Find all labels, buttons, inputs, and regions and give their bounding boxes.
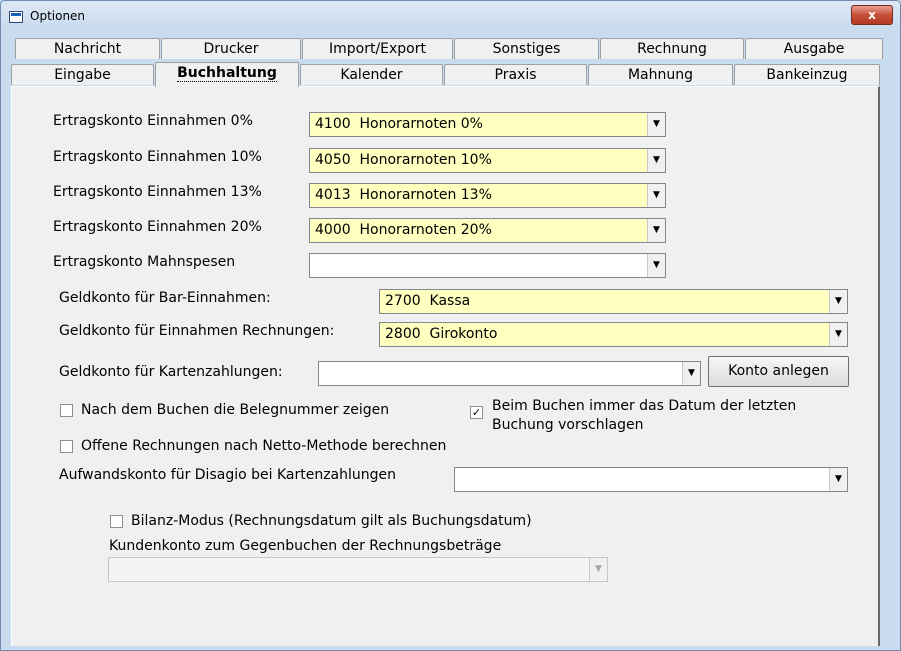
- window-title: Optionen: [30, 9, 86, 23]
- tab-drucker[interactable]: Drucker: [161, 38, 301, 59]
- ertrag0-combo[interactable]: 4100 Honorarnoten 0% ▼: [309, 112, 666, 137]
- title-bar[interactable]: Optionen x: [1, 1, 900, 31]
- tab-mahnung[interactable]: Mahnung: [588, 64, 733, 85]
- chevron-down-icon[interactable]: ▼: [589, 558, 607, 581]
- tab-buchhaltung[interactable]: Buchhaltung: [155, 62, 299, 87]
- ertrag0-value: 4100 Honorarnoten 0%: [315, 116, 483, 132]
- chevron-down-icon[interactable]: ▼: [647, 254, 665, 277]
- mahnspesen-combo[interactable]: ▼: [309, 253, 666, 278]
- options-window: Optionen x Nachricht Drucker Import/Expo…: [0, 0, 901, 651]
- check-icon: ✓: [471, 406, 482, 419]
- disagio-label: Aufwandskonto für Disagio bei Kartenzahl…: [59, 467, 397, 483]
- tab-import-export[interactable]: Import/Export: [302, 38, 453, 59]
- netto-checkbox[interactable]: [60, 440, 73, 453]
- tab-praxis[interactable]: Praxis: [444, 64, 587, 85]
- rechnungen-value: 2800 Girokonto: [385, 326, 498, 342]
- ertrag10-label: Ertragskonto Einnahmen 10%: [53, 149, 262, 165]
- tab-rechnung[interactable]: Rechnung: [600, 38, 744, 59]
- close-icon: x: [868, 8, 876, 22]
- mahnspesen-label: Ertragskonto Mahnspesen: [53, 254, 236, 270]
- app-icon: [9, 11, 23, 23]
- tab-bankeinzug[interactable]: Bankeinzug: [734, 64, 880, 85]
- karten-combo[interactable]: ▼: [318, 361, 701, 386]
- chevron-down-icon[interactable]: ▼: [682, 362, 700, 385]
- ertrag10-value: 4050 Honorarnoten 10%: [315, 152, 492, 168]
- ertrag13-value: 4013 Honorarnoten 13%: [315, 187, 492, 203]
- close-button[interactable]: x: [851, 5, 893, 25]
- ertrag20-value: 4000 Honorarnoten 20%: [315, 222, 492, 238]
- tab-sonstiges[interactable]: Sonstiges: [454, 38, 599, 59]
- kundenkonto-label: Kundenkonto zum Gegenbuchen der Rechnung…: [109, 538, 502, 554]
- rechnungen-label: Geldkonto für Einnahmen Rechnungen:: [59, 323, 335, 339]
- chevron-down-icon[interactable]: ▼: [647, 113, 665, 136]
- karten-label: Geldkonto für Kartenzahlungen:: [59, 364, 283, 380]
- ertrag13-combo[interactable]: 4013 Honorarnoten 13% ▼: [309, 183, 666, 208]
- netto-label: Offene Rechnungen nach Netto-Methode ber…: [81, 438, 447, 454]
- disagio-combo[interactable]: ▼: [454, 467, 848, 492]
- ertrag20-label: Ertragskonto Einnahmen 20%: [53, 219, 262, 235]
- kundenkonto-combo[interactable]: ▼: [108, 557, 608, 582]
- datum-checkbox[interactable]: ✓: [470, 406, 483, 419]
- bar-combo[interactable]: 2700 Kassa ▼: [379, 289, 848, 314]
- bilanz-checkbox[interactable]: [110, 515, 123, 528]
- tab-nachricht[interactable]: Nachricht: [15, 38, 160, 59]
- ertrag13-label: Ertragskonto Einnahmen 13%: [53, 184, 262, 200]
- konto-anlegen-button[interactable]: Konto anlegen: [708, 356, 849, 387]
- rechnungen-combo[interactable]: 2800 Girokonto ▼: [379, 322, 848, 347]
- bar-value: 2700 Kassa: [385, 293, 471, 309]
- ertrag20-combo[interactable]: 4000 Honorarnoten 20% ▼: [309, 218, 666, 243]
- belegnummer-checkbox[interactable]: [60, 404, 73, 417]
- tab-eingabe[interactable]: Eingabe: [11, 64, 154, 85]
- belegnummer-label: Nach dem Buchen die Belegnummer zeigen: [81, 402, 390, 418]
- bilanz-label: Bilanz-Modus (Rechnungsdatum gilt als Bu…: [131, 513, 532, 529]
- chevron-down-icon[interactable]: ▼: [829, 468, 847, 491]
- chevron-down-icon[interactable]: ▼: [647, 184, 665, 207]
- datum-label-line2: Buchung vorschlagen: [492, 417, 644, 433]
- tab-ausgabe[interactable]: Ausgabe: [745, 38, 883, 59]
- bar-label: Geldkonto für Bar-Einnahmen:: [59, 290, 271, 306]
- ertrag0-label: Ertragskonto Einnahmen 0%: [53, 113, 253, 129]
- chevron-down-icon[interactable]: ▼: [829, 323, 847, 346]
- ertrag10-combo[interactable]: 4050 Honorarnoten 10% ▼: [309, 148, 666, 173]
- datum-label-line1: Beim Buchen immer das Datum der letzten: [492, 398, 797, 414]
- chevron-down-icon[interactable]: ▼: [647, 219, 665, 242]
- tab-kalender[interactable]: Kalender: [300, 64, 443, 85]
- chevron-down-icon[interactable]: ▼: [647, 149, 665, 172]
- chevron-down-icon[interactable]: ▼: [829, 290, 847, 313]
